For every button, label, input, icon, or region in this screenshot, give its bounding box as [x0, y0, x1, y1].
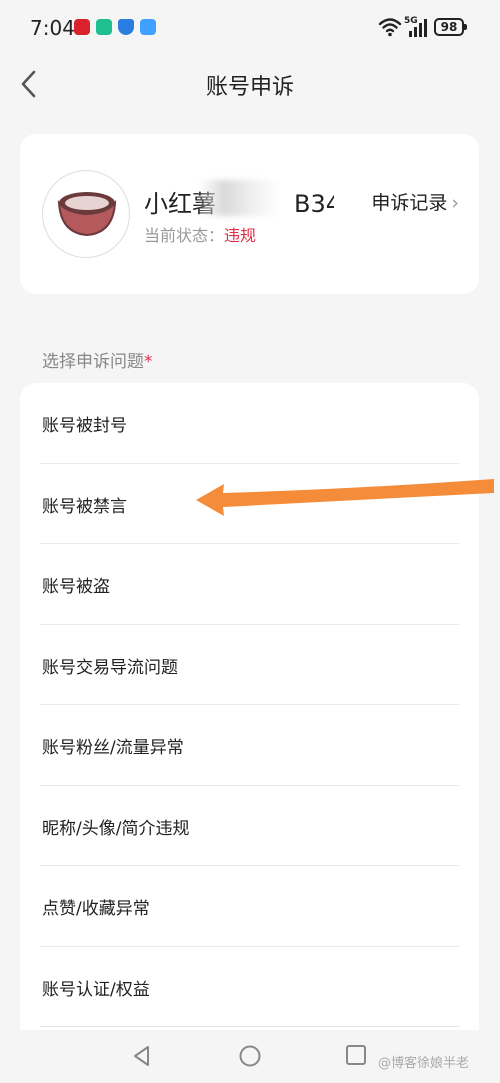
name-blur-mask — [200, 180, 280, 216]
issue-label: 账号被封号 — [42, 416, 127, 436]
appeal-record-link[interactable]: 申诉记录 › — [371, 188, 459, 215]
issue-label: 账号被禁言 — [42, 496, 127, 517]
issue-label: 昵称/头像/简介违规 — [42, 818, 190, 839]
issue-item-banned[interactable]: 账号被封号 — [20, 383, 479, 464]
section-label-text: 选择申诉问题 — [42, 352, 144, 372]
avatar — [42, 170, 130, 258]
status-time: 7:04 — [30, 16, 75, 40]
issue-label: 点赞/收藏异常 — [42, 899, 150, 919]
green-shield-app-icon — [96, 19, 112, 35]
issue-label: 账号交易导流问题 — [42, 657, 178, 678]
appeal-record-label: 申诉记录 — [371, 192, 448, 214]
divider — [40, 1026, 459, 1027]
issue-item-profile-violation[interactable]: 昵称/头像/简介违规 — [20, 786, 479, 866]
weather-app-icon — [140, 19, 156, 35]
nav-back-icon[interactable] — [130, 1044, 154, 1068]
issue-item-verification[interactable]: 账号认证/权益 — [20, 947, 479, 1027]
status-label: 当前状态： — [144, 226, 225, 245]
issue-label: 账号粉丝/流量异常 — [42, 738, 184, 758]
issue-label: 账号认证/权益 — [42, 979, 150, 1000]
battery-icon: 98 — [434, 18, 467, 36]
issue-item-trade-diversion[interactable]: 账号交易导流问题 — [20, 625, 479, 705]
issue-item-like-anomaly[interactable]: 点赞/收藏异常 — [20, 866, 479, 947]
issue-item-follower-anomaly[interactable]: 账号粉丝/流量异常 — [20, 705, 479, 786]
nav-recent-icon[interactable] — [346, 1045, 366, 1065]
account-card: 小红薯 B34 当前状态：违规 申诉记录 › — [20, 134, 479, 294]
arrow-annotation — [196, 479, 494, 516]
page-title: 账号申诉 — [205, 75, 294, 100]
account-name-suffix: B34 — [294, 190, 334, 218]
issue-label: 账号被盗 — [42, 577, 110, 597]
red-app-icon — [74, 19, 90, 35]
issue-item-stolen[interactable]: 账号被盗 — [20, 544, 479, 625]
status-bar: 7:04 5G 98 — [0, 0, 500, 56]
bowl-icon — [57, 192, 117, 237]
nav-bar: 账号申诉 — [0, 56, 500, 114]
watermark: @博客徐娘半老 — [378, 1056, 470, 1071]
blue-shield-app-icon — [118, 19, 134, 35]
system-nav-bar: @博客徐娘半老 — [0, 1030, 500, 1083]
signal-icon — [409, 19, 427, 37]
required-mark: * — [144, 352, 153, 372]
nav-home-icon[interactable] — [238, 1044, 262, 1068]
section-label: 选择申诉问题* — [42, 347, 153, 372]
wifi-icon — [378, 18, 402, 37]
chevron-right-icon: › — [451, 192, 459, 214]
status-badge: 违规 — [224, 226, 257, 245]
account-status: 当前状态：违规 — [144, 222, 256, 246]
